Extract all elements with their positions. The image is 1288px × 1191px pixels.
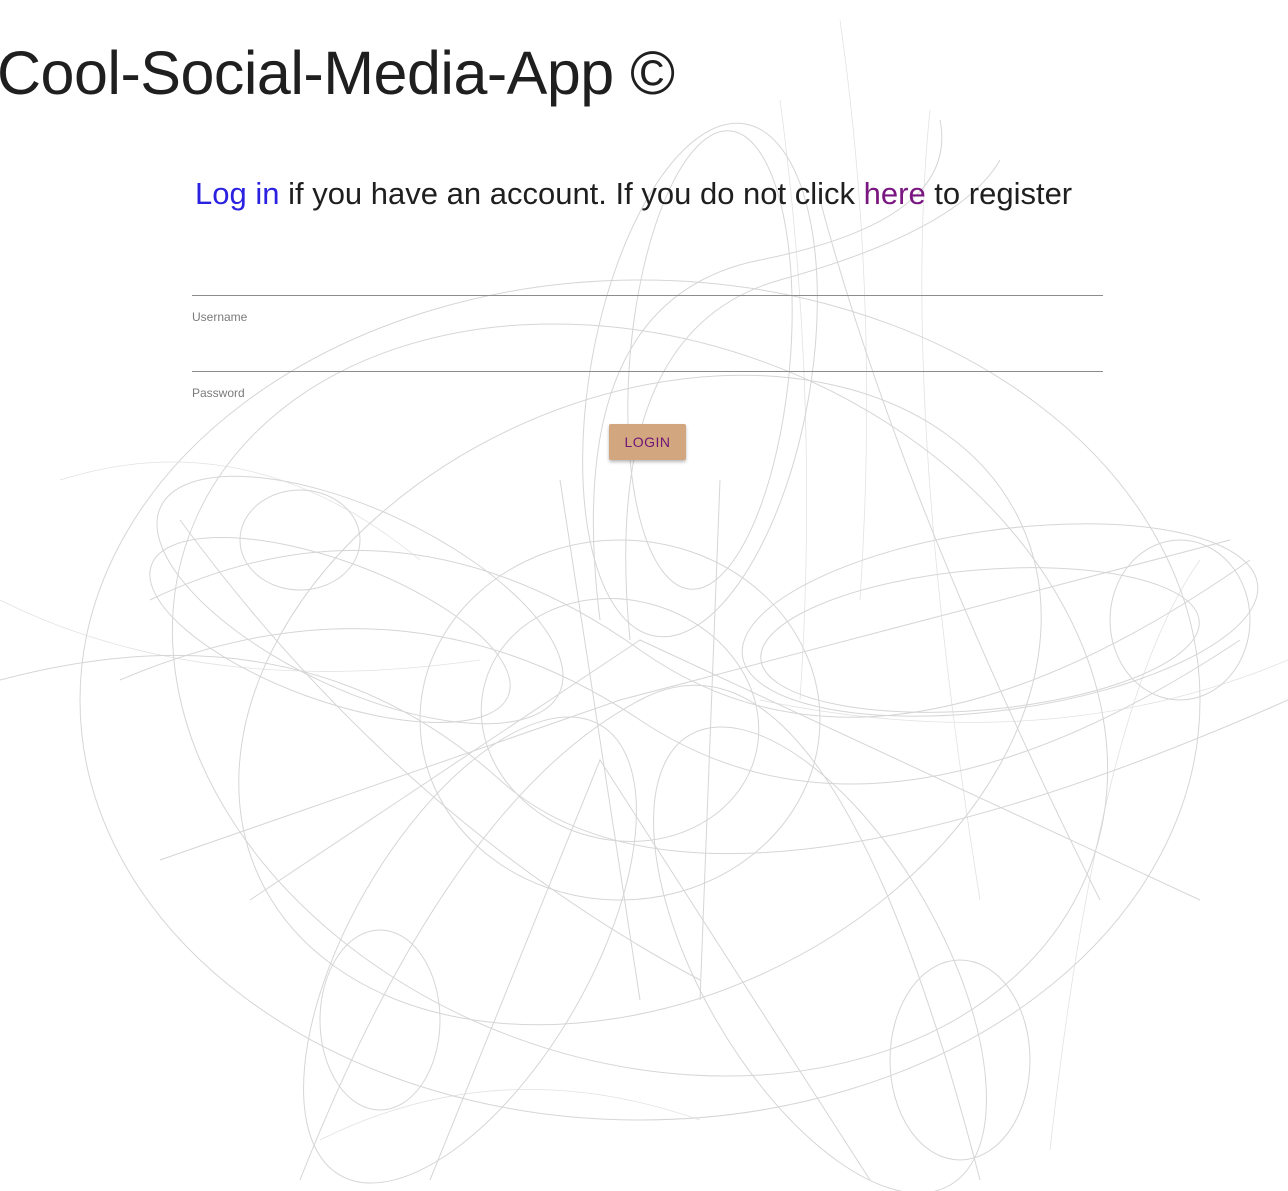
intro-middle-text: if you have an account. If you do not cl… [279, 176, 864, 211]
password-field-group: Password [192, 332, 1103, 400]
password-input[interactable] [192, 332, 1103, 372]
username-field-group: Username [192, 256, 1103, 324]
password-label: Password [192, 386, 245, 400]
login-button[interactable]: LOGIN [609, 424, 686, 460]
intro-end-text: to register [925, 176, 1073, 211]
login-page: Cool-Social-Media-App © Log in if you ha… [0, 0, 1288, 1191]
app-title: Cool-Social-Media-App © [0, 39, 675, 107]
username-label: Username [192, 310, 248, 324]
username-input[interactable] [192, 256, 1103, 296]
intro-message: Log in if you have an account. If you do… [195, 176, 1155, 212]
login-link[interactable]: Log in [195, 176, 279, 211]
register-link[interactable]: here [864, 176, 926, 211]
